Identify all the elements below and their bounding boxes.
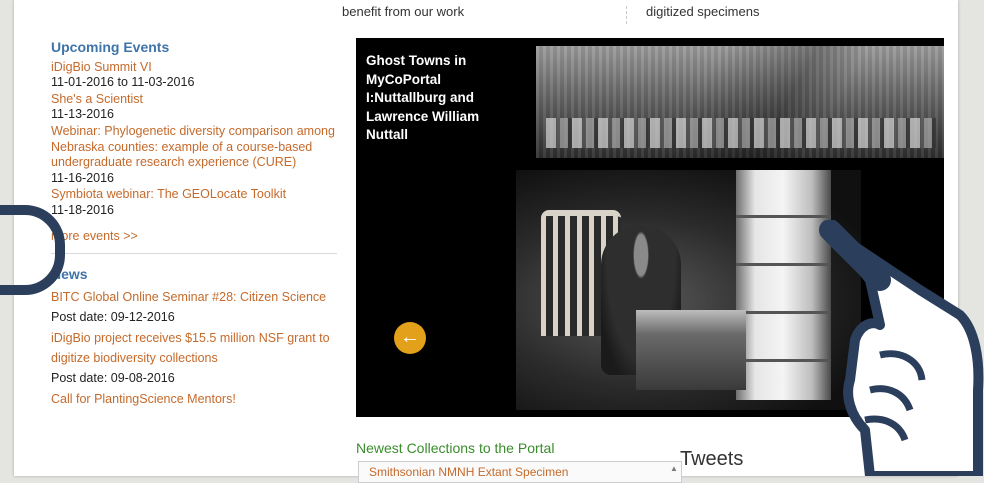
more-events-link[interactable]: more events >> xyxy=(51,229,341,245)
news-date: Post date: 09-08-2016 xyxy=(51,370,175,385)
desk-image xyxy=(636,310,746,390)
divider xyxy=(626,6,627,24)
news-link[interactable]: BITC Global Online Seminar #28: Citizen … xyxy=(51,287,341,307)
event-link[interactable]: She's a Scientist xyxy=(51,92,341,108)
slide-caption[interactable]: Ghost Towns in MyCoPortal I:Nuttallburg … xyxy=(366,52,501,145)
slide-photo-town xyxy=(536,46,944,158)
feature-snippet-right: digitized specimens xyxy=(646,4,760,19)
event-date: 11-16-2016 xyxy=(51,170,115,185)
event-date: 11-13-2016 xyxy=(51,107,115,122)
feature-snippet-left: benefit from our work xyxy=(342,4,465,19)
collections-list[interactable]: Smithsonian NMNH Extant Specimen ▲ xyxy=(358,461,682,483)
pointing-hand-icon xyxy=(819,220,984,476)
newest-collections-heading: Newest Collections to the Portal xyxy=(356,440,555,456)
prev-slide-button[interactable]: ← xyxy=(394,322,426,354)
event-link[interactable]: iDigBio Summit VI xyxy=(51,60,341,76)
scroll-up-icon[interactable]: ▲ xyxy=(669,464,679,474)
events-heading[interactable]: Upcoming Events xyxy=(51,39,341,56)
section-divider xyxy=(51,253,337,255)
news-link[interactable]: iDigBio project receives $15.5 million N… xyxy=(51,328,341,368)
news-date: Post date: 09-12-2016 xyxy=(51,309,175,324)
news-link[interactable]: Call for PlantingScience Mentors! xyxy=(51,389,341,409)
tweets-heading: Tweets xyxy=(680,448,744,470)
news-heading[interactable]: News xyxy=(51,267,341,283)
event-link[interactable]: Symbiota webinar: The GEOLocate Toolkit xyxy=(51,187,341,203)
collection-item[interactable]: Smithsonian NMNH Extant Specimen xyxy=(369,465,568,479)
event-date: 11-18-2016 xyxy=(51,202,115,217)
event-date: 11-01-2016 to 11-03-2016 xyxy=(51,75,195,90)
left-sidebar: Upcoming Events iDigBio Summit VI 11-01-… xyxy=(51,39,341,409)
event-link[interactable]: Webinar: Phylogenetic diversity comparis… xyxy=(51,124,341,171)
